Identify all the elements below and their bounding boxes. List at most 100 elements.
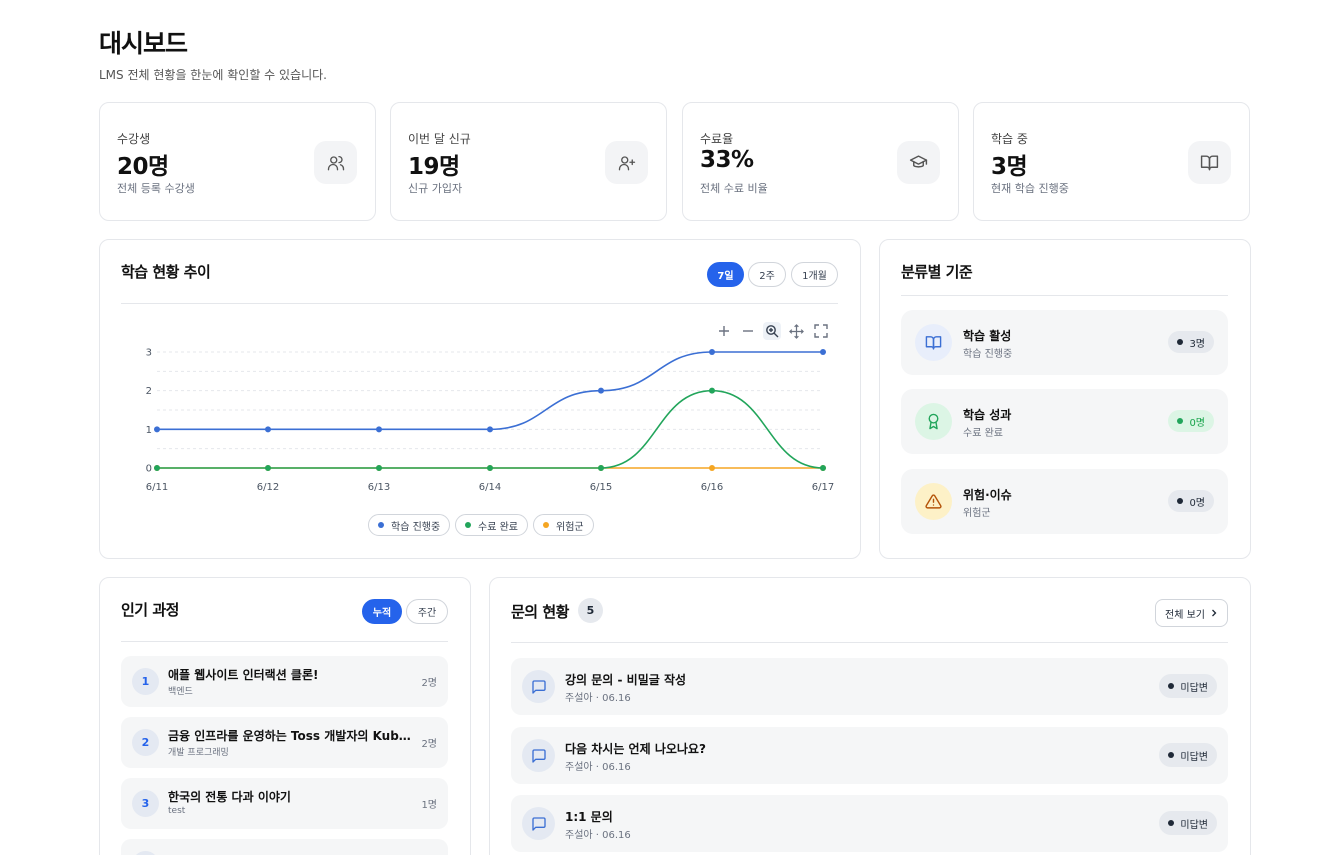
stat-card-new: 이번 달 신규 19명 신규 가입자 (390, 102, 667, 221)
legend-item-completed[interactable]: 수료 완료 (455, 514, 528, 536)
message-icon (522, 739, 555, 772)
data-point (265, 465, 271, 471)
course-category: 백엔드 (168, 687, 193, 697)
trend-divider (121, 303, 838, 304)
stat-label: 학습 중 (991, 132, 1028, 146)
category-row-sub: 수료 완료 (963, 428, 1003, 439)
course-category: test (168, 806, 186, 816)
status-badge: 미답변 (1159, 674, 1217, 698)
legend-dot (465, 522, 471, 528)
stat-value: 33% (700, 147, 754, 173)
stat-desc: 신규 가입자 (408, 182, 463, 195)
trend-title: 학습 현황 추이 (121, 263, 211, 281)
inquiry-title: 1:1 문의 (565, 810, 613, 824)
x-tick-label: 6/13 (368, 482, 390, 493)
category-row-achievement[interactable]: 학습 성과 수료 완료 0명 (901, 389, 1228, 454)
message-icon (522, 807, 555, 840)
data-point (820, 349, 826, 355)
badge-dot (1168, 683, 1175, 689)
inquiry-title: 강의 문의 - 비밀글 작성 (565, 673, 687, 687)
x-tick-label: 6/12 (257, 482, 279, 493)
pan-icon[interactable] (787, 322, 805, 340)
view-all-button[interactable]: 전체 보기 (1155, 599, 1228, 627)
alert-triangle-icon (915, 483, 952, 520)
data-point (709, 387, 715, 394)
page-title: 대시보드 (99, 29, 188, 58)
category-row-title: 위험·이슈 (963, 488, 1012, 502)
data-point (154, 426, 160, 433)
page-subtitle: LMS 전체 현황을 한눈에 확인할 수 있습니다. (99, 68, 327, 82)
count-badge: 0명 (1168, 490, 1214, 512)
data-point (820, 465, 826, 471)
badge-dot (1177, 498, 1184, 504)
inquiry-meta: 주설아 · 06.16 (565, 830, 631, 841)
inquiry-count-badge: 5 (578, 598, 603, 623)
graduation-cap-icon (897, 141, 940, 184)
course-row[interactable]: 3 한국의 전통 다과 이야기 test 1명 (121, 778, 448, 829)
range-2w-button[interactable]: 2주 (748, 262, 786, 287)
legend-dot (543, 522, 549, 528)
inquiry-row[interactable]: 1:1 문의 주설아 · 06.16 미답변 (511, 795, 1228, 852)
inquiry-meta: 주설아 · 06.16 (565, 693, 631, 704)
book-open-icon (915, 324, 952, 361)
course-rank: 2 (132, 729, 159, 756)
data-point (598, 387, 604, 394)
stat-desc: 전체 수료 비율 (700, 182, 768, 195)
stat-label: 수강생 (117, 132, 151, 146)
inquiry-row[interactable]: 다음 차시는 언제 나오나요? 주설아 · 06.16 미답변 (511, 727, 1228, 784)
course-row[interactable]: 1 애플 웹사이트 인터랙션 클론! 백엔드 2명 (121, 656, 448, 707)
data-point (376, 465, 382, 471)
tab-weekly[interactable]: 주간 (406, 599, 448, 624)
category-title: 분류별 기준 (901, 263, 973, 281)
course-title: 애플 웹사이트 인터랙션 클론! (168, 668, 319, 682)
users-icon (314, 141, 357, 184)
course-title: 한국의 전통 다과 이야기 (168, 790, 291, 804)
inquiry-title: 문의 현황 (511, 603, 569, 621)
inquiry-row[interactable]: 강의 문의 - 비밀글 작성 주설아 · 06.16 미답변 (511, 658, 1228, 715)
course-row[interactable]: 2 금융 인프라를 운영하는 Toss 개발자의 Kubernetes 개발 프… (121, 717, 448, 768)
badge-dot (1177, 339, 1184, 345)
category-divider (901, 295, 1228, 296)
popular-title: 인기 과정 (121, 601, 179, 619)
data-point (709, 465, 715, 471)
data-point (487, 465, 493, 471)
message-icon (522, 670, 555, 703)
range-7d-button[interactable]: 7일 (707, 262, 744, 287)
stat-value: 3명 (991, 154, 1028, 180)
x-tick-label: 6/14 (479, 482, 501, 493)
zoom-in-icon[interactable] (715, 322, 733, 340)
badge-label: 3명 (1189, 338, 1205, 350)
y-tick-label: 0 (146, 464, 152, 475)
course-rank: 1 (132, 668, 159, 695)
category-row-sub: 위험군 (963, 508, 991, 519)
stat-card-students: 수강생 20명 전체 등록 수강생 (99, 102, 376, 221)
category-row-title: 학습 활성 (963, 329, 1012, 343)
award-icon (915, 403, 952, 440)
zoom-out-icon[interactable] (739, 322, 757, 340)
course-count: 2명 (421, 678, 437, 689)
stat-desc: 전체 등록 수강생 (117, 182, 195, 195)
inquiry-divider (511, 642, 1228, 643)
tab-cumulative[interactable]: 누적 (362, 599, 402, 624)
legend-label: 위험군 (556, 521, 584, 533)
range-1m-button[interactable]: 1개월 (791, 262, 838, 287)
legend-item-risk[interactable]: 위험군 (533, 514, 594, 536)
category-row-risk[interactable]: 위험·이슈 위험군 0명 (901, 469, 1228, 534)
badge-dot (1168, 820, 1175, 826)
category-row-active[interactable]: 학습 활성 학습 진행중 3명 (901, 310, 1228, 375)
chevron-right-icon (1212, 609, 1217, 617)
fullscreen-icon[interactable] (812, 322, 830, 340)
status-label: 미답변 (1180, 682, 1208, 694)
status-label: 미답변 (1180, 819, 1208, 831)
selection-zoom-icon[interactable] (763, 322, 781, 340)
course-category: 개발 프로그래밍 (168, 748, 229, 758)
status-badge: 미답변 (1159, 811, 1217, 835)
badge-dot (1177, 418, 1184, 424)
legend-item-learning[interactable]: 학습 진행중 (368, 514, 451, 536)
badge-dot (1168, 752, 1175, 758)
stat-card-completion: 수료율 33% 전체 수료 비율 (682, 102, 959, 221)
data-point (709, 349, 715, 355)
user-plus-icon (605, 141, 648, 184)
course-row[interactable]: 4 (121, 839, 448, 855)
course-rank: 4 (132, 851, 159, 855)
